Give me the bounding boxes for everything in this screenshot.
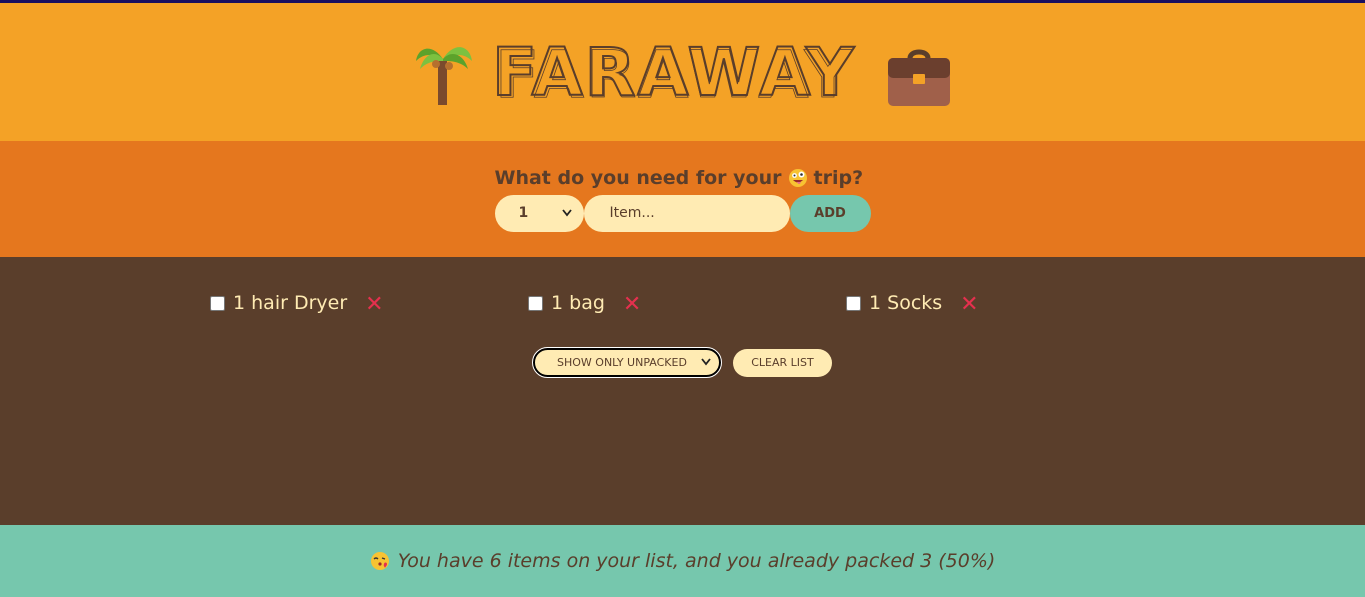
clear-list-button[interactable]: CLEAR LIST bbox=[733, 348, 832, 377]
sort-value: SHOW ONLY UNPACKED bbox=[557, 356, 687, 369]
question-suffix: trip? bbox=[813, 166, 864, 189]
chevron-down-icon bbox=[561, 205, 572, 221]
palm-tree-icon bbox=[414, 39, 474, 105]
add-button[interactable]: ADD bbox=[789, 194, 871, 232]
stats-text: You have 6 items on your list, and you a… bbox=[397, 550, 996, 572]
face-blowing-kiss-icon bbox=[370, 551, 390, 571]
delete-icon[interactable]: ✕ bbox=[960, 294, 978, 316]
item-label: 1 hair Dryer bbox=[233, 292, 348, 314]
app-header: FARAWAY FARAWAY bbox=[0, 3, 1365, 141]
chevron-down-icon bbox=[701, 356, 711, 369]
question-prefix: What do you need for your bbox=[494, 166, 782, 189]
form-controls: 1 Item... ADD bbox=[494, 194, 871, 232]
quantity-value: 1 bbox=[518, 205, 529, 221]
packed-checkbox[interactable] bbox=[528, 295, 543, 311]
packing-list: 1 hair Dryer ✕ 1 bag ✕ 1 Socks ✕ SHOW ON… bbox=[0, 257, 1365, 525]
item-placeholder: Item... bbox=[609, 205, 655, 221]
stats-footer: You have 6 items on your list, and you a… bbox=[0, 525, 1365, 597]
add-item-form: What do you need for your trip? 1 Item..… bbox=[0, 141, 1365, 257]
delete-icon[interactable]: ✕ bbox=[365, 294, 383, 316]
list-item: 1 bag ✕ bbox=[528, 292, 846, 316]
items-grid: 1 hair Dryer ✕ 1 bag ✕ 1 Socks ✕ bbox=[210, 292, 1164, 316]
zany-face-icon bbox=[788, 168, 808, 188]
packed-checkbox[interactable] bbox=[846, 295, 861, 311]
delete-icon[interactable]: ✕ bbox=[623, 294, 641, 316]
svg-text:FARAWAY: FARAWAY bbox=[494, 38, 852, 103]
packed-checkbox[interactable] bbox=[210, 295, 225, 311]
sort-select[interactable]: SHOW ONLY UNPACKED bbox=[532, 347, 722, 378]
item-input[interactable]: Item... bbox=[583, 194, 790, 232]
list-actions: SHOW ONLY UNPACKED CLEAR LIST bbox=[532, 347, 832, 378]
briefcase-icon bbox=[886, 48, 952, 108]
item-label: 1 bag bbox=[551, 292, 605, 314]
list-item: 1 hair Dryer ✕ bbox=[210, 292, 528, 316]
quantity-select[interactable]: 1 bbox=[494, 194, 584, 232]
list-item: 1 Socks ✕ bbox=[846, 292, 1164, 316]
app-title: FARAWAY FARAWAY bbox=[490, 33, 870, 114]
item-label: 1 Socks bbox=[869, 292, 943, 314]
form-question: What do you need for your trip? bbox=[495, 167, 871, 189]
